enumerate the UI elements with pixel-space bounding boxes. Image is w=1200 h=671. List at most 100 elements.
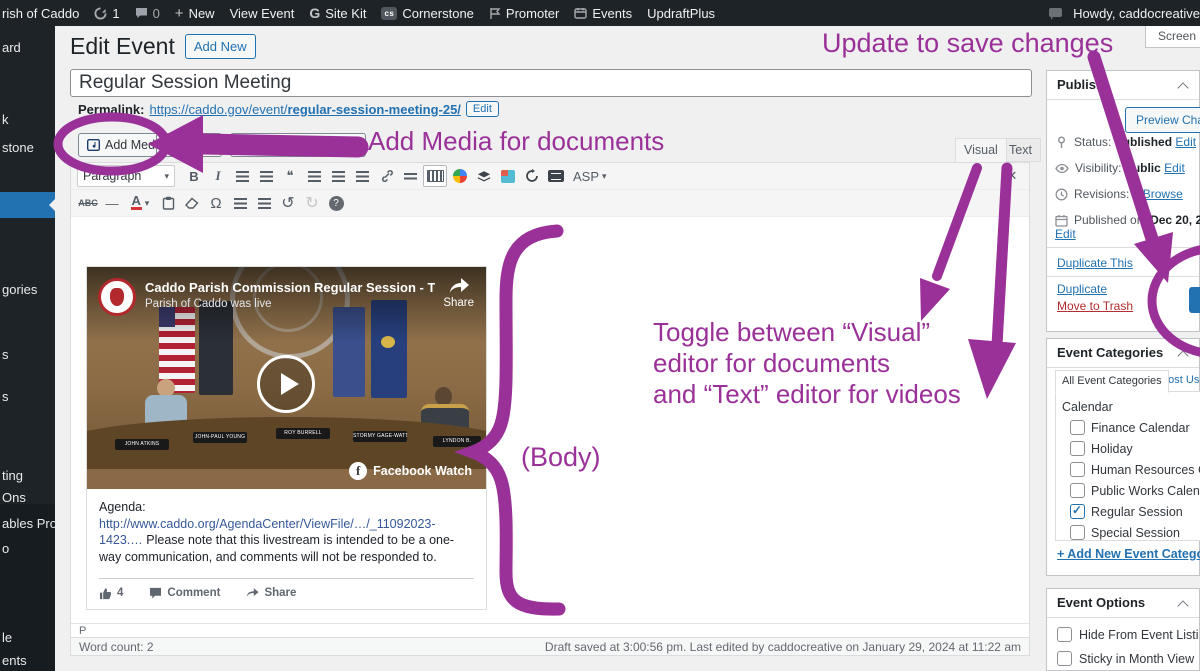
checkbox[interactable] [1070,504,1085,519]
blockquote-button[interactable]: ❝ [279,166,301,186]
category-row[interactable]: Special Session [1062,522,1200,541]
embed-box-button[interactable] [545,166,567,186]
paste-as-text-button[interactable] [157,193,179,213]
checkbox[interactable] [1057,651,1072,666]
bold-button[interactable]: B [183,166,205,186]
redo-button[interactable]: ↻ [301,193,323,213]
video-title[interactable]: Caddo Parish Commission Regular Session … [145,280,435,295]
category-row[interactable]: Human Resources Calendar [1062,459,1200,480]
admin-bar-comments[interactable]: 0 [135,6,160,21]
strikethrough-button[interactable]: ABC [77,193,99,213]
calendar-insert-button[interactable] [497,166,519,186]
editor-content[interactable]: JOHN ATKINS JOHN-PAUL YOUNG ROY BURRELL … [71,247,1029,624]
horizontal-rule-button[interactable]: — [101,193,123,213]
add-contact-form-button[interactable]: Add Contact Form [230,133,366,157]
post-title-input[interactable] [70,69,1032,97]
edit-published-date-link[interactable]: Edit [1055,227,1076,241]
browse-revisions-link[interactable]: Browse [1143,187,1183,201]
undo-button[interactable]: ↺ [277,193,299,213]
sidebar-item-addons[interactable]: Ons [2,490,26,505]
tab-visual[interactable]: Visual [955,138,1007,162]
sidebar-item-cornerstone[interactable]: stone [2,140,34,155]
edit-visibility-link[interactable]: Edit [1164,161,1185,175]
asp-menu-button[interactable]: ASP▾ [569,166,611,186]
permalink-edit-button[interactable]: Edit [466,101,499,117]
category-row[interactable]: Finance Calendar [1062,417,1200,438]
indent-button[interactable] [253,193,275,213]
caddo-parish-avatar[interactable] [98,278,136,316]
checkbox[interactable] [1070,483,1085,498]
sidebar-item-tables-pro[interactable]: ables Pro [2,516,57,531]
hide-from-listings-row[interactable]: Hide From Event Listings [1057,627,1200,642]
tab-all-event-categories[interactable]: All Event Categories [1055,370,1169,393]
outdent-button[interactable] [229,193,251,213]
align-left-button[interactable] [303,166,325,186]
admin-bar-cornerstone[interactable]: csCornerstone [381,6,473,21]
italic-button[interactable]: I [207,166,229,186]
category-row[interactable]: Holiday [1062,438,1200,459]
admin-bar-events[interactable]: Events [574,6,632,21]
sidebar-item-fragment-ting[interactable]: ting [2,468,23,483]
align-right-button[interactable] [351,166,373,186]
site-kit-insert-button[interactable] [449,166,471,186]
special-character-button[interactable]: Ω [205,193,227,213]
sync-button[interactable] [521,166,543,186]
sidebar-item-fragment-k[interactable]: k [2,112,9,127]
add-new-event-category-link[interactable]: + Add New Event Category [1057,547,1200,561]
duplicate-this-link[interactable]: Duplicate This [1057,256,1133,270]
sidebar-item-categories[interactable]: gories [2,282,37,297]
admin-bar-site-kit[interactable]: GSite Kit [309,5,366,21]
admin-bar-new[interactable]: +New [175,5,215,22]
admin-bar-updates[interactable]: 1 [94,6,119,21]
admin-bar-howdy[interactable]: Howdy, caddocreative [1073,6,1200,21]
sticky-month-view-row[interactable]: Sticky in Month View? [1057,651,1200,666]
insert-link-button[interactable] [375,166,397,186]
checkbox[interactable] [1057,627,1072,642]
read-more-button[interactable] [399,166,421,186]
share-button[interactable]: Share [246,587,296,599]
sidebar-item-fragment-s1[interactable]: s [2,347,9,362]
sidebar-item-fragment-ents[interactable]: ents [2,653,27,668]
category-row[interactable]: Public Works Calendar [1062,480,1200,501]
paragraph-format-select[interactable]: Paragraph▾ [77,165,175,187]
bulleted-list-button[interactable] [231,166,253,186]
align-center-button[interactable] [327,166,349,186]
admin-bar-site-name[interactable]: rish of Caddo [2,6,79,21]
sidebar-item-active[interactable] [0,192,55,218]
publish-panel-header[interactable]: Publish [1047,71,1199,100]
admin-bar-promoter[interactable]: Promoter [489,6,559,21]
edit-status-link[interactable]: Edit [1175,135,1196,149]
event-options-header[interactable]: Event Options [1047,589,1199,618]
clear-formatting-button[interactable] [181,193,203,213]
numbered-list-button[interactable] [255,166,277,186]
sidebar-item-fragment-o[interactable]: o [2,541,9,556]
chat-icon[interactable] [1048,7,1063,20]
permalink-link[interactable]: https://caddo.gov/event/regular-session-… [149,102,460,117]
screen-options-tab[interactable]: Screen Options [1145,26,1200,48]
element-path-bar[interactable]: P [71,623,1029,637]
checkbox[interactable] [1070,420,1085,435]
comment-button[interactable]: Comment [149,587,220,599]
sidebar-item-fragment-le[interactable]: le [2,630,12,645]
video-share-button[interactable]: Share [443,278,474,309]
layers-button[interactable] [473,166,495,186]
sidebar-item-dashboard[interactable]: ard [2,40,21,55]
admin-bar-view-event[interactable]: View Event [230,6,295,21]
toolbar-toggle-button[interactable] [423,165,447,187]
distraction-free-button[interactable]: ✕ [1001,166,1023,186]
preview-changes-button[interactable]: Preview Changes [1125,107,1200,133]
facebook-video[interactable]: JOHN ATKINS JOHN-PAUL YOUNG ROY BURRELL … [87,267,486,489]
text-color-button[interactable]: A▾ [125,193,155,213]
facebook-watch-badge[interactable]: f Facebook Watch [349,462,472,480]
checkbox[interactable] [1070,441,1085,456]
sidebar-item-fragment-s2[interactable]: s [2,389,9,404]
checkbox[interactable] [1070,462,1085,477]
add-document-button[interactable]: Add Document [156,133,222,157]
help-button[interactable]: ? [325,193,347,213]
event-categories-header[interactable]: Event Categories [1047,339,1199,368]
checkbox[interactable] [1070,525,1085,540]
move-to-trash-link[interactable]: Move to Trash [1057,299,1133,313]
play-button[interactable] [257,355,315,413]
admin-bar-updraftplus[interactable]: UpdraftPlus [647,6,715,21]
category-row[interactable]: Regular Session [1062,501,1200,522]
